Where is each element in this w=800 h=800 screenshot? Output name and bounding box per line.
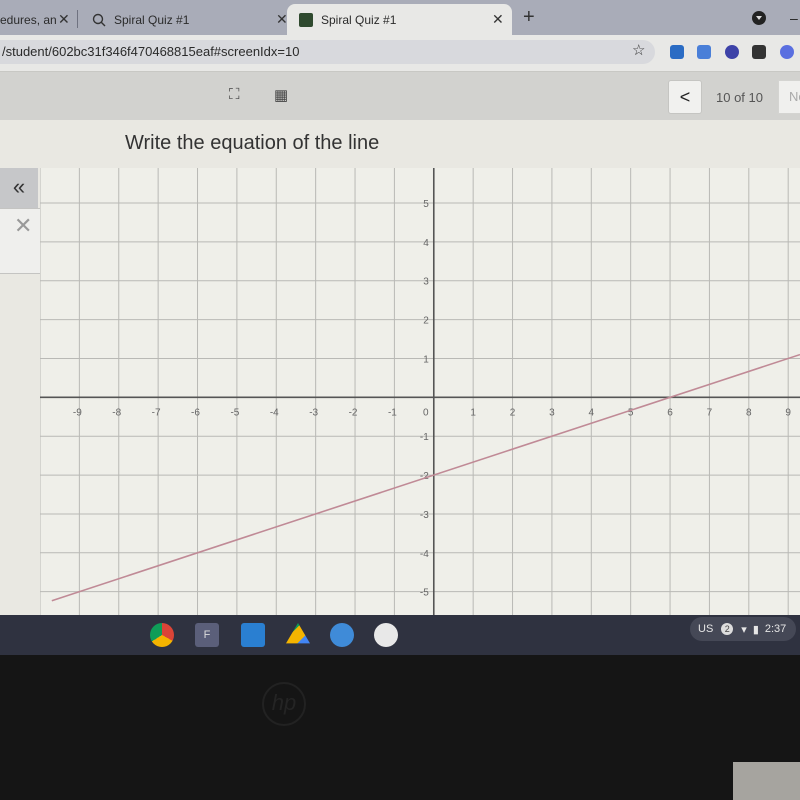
side-panel: ✕ (0, 208, 44, 274)
bookmark-star-icon[interactable]: ☆ (632, 41, 645, 59)
locale-indicator: US (698, 623, 714, 635)
x-tick-label: -8 (112, 407, 121, 418)
tab-separator (77, 10, 78, 28)
x-tick-label: -1 (388, 407, 397, 418)
x-tick-label: 4 (589, 407, 595, 418)
x-tick-label: 8 (746, 407, 752, 418)
x-tick-label: 0 (423, 407, 429, 418)
x-tick-label: -7 (152, 407, 161, 418)
tab-spiral-quiz-active[interactable]: Spiral Quiz #1 ✕ (287, 4, 512, 35)
k-extension-icon[interactable] (725, 45, 739, 59)
x-tick-label: -5 (230, 407, 239, 418)
x-tick-label: 1 (470, 407, 476, 418)
quizizz-favicon-icon (92, 13, 106, 27)
shield-app-icon[interactable] (241, 623, 265, 647)
close-icon[interactable]: ✕ (14, 213, 32, 239)
minimize-icon[interactable]: – (790, 10, 798, 26)
chrome-icon[interactable] (150, 623, 174, 647)
chromeos-shelf (0, 615, 800, 655)
question-prompt: Write the equation of the line (125, 132, 380, 154)
hp-logo: hp (262, 682, 306, 726)
tab-spiral-quiz[interactable]: Spiral Quiz #1 ✕ (80, 4, 288, 35)
play-store-icon[interactable] (374, 623, 398, 647)
translate-extension-icon[interactable] (697, 45, 711, 59)
y-tick-label: 2 (423, 316, 429, 327)
fullscreen-icon[interactable]: ⛶ (229, 86, 240, 103)
gear-extension-icon[interactable] (780, 45, 794, 59)
y-tick-label: -4 (420, 549, 429, 560)
previous-screen-button[interactable]: < (668, 80, 702, 114)
desk-surface (733, 762, 800, 800)
y-tick-label: 3 (423, 277, 429, 288)
f-app-icon[interactable]: F (195, 623, 219, 647)
laptop-bezel (0, 655, 800, 800)
x-tick-label: -3 (309, 407, 318, 418)
x-tick-label: -4 (270, 407, 279, 418)
next-button[interactable]: Next (778, 80, 800, 114)
y-tick-label: -3 (420, 510, 429, 521)
x-tick-label: 7 (707, 407, 713, 418)
new-tab-button[interactable]: + (523, 6, 535, 29)
x-tick-label: 9 (785, 407, 791, 418)
profile-dropdown-icon[interactable] (752, 11, 766, 25)
x-tick-label: 6 (667, 407, 673, 418)
url-field[interactable]: /student/602bc31f346f470468815eaf#screen… (0, 40, 655, 64)
tab-procedures[interactable]: edures, an ✕ (0, 4, 75, 35)
y-tick-label: 1 (423, 354, 429, 365)
screen-counter: 10 of 10 (716, 90, 763, 105)
files-icon[interactable] (330, 623, 354, 647)
collapse-panel-button[interactable]: « (0, 168, 38, 208)
x-tick-label: 3 (549, 407, 555, 418)
y-tick-label: -5 (420, 588, 429, 599)
close-icon[interactable]: ✕ (276, 11, 288, 28)
dice-extension-icon[interactable] (752, 45, 766, 59)
close-icon[interactable]: ✕ (492, 11, 504, 28)
blue-square-extension-icon[interactable] (670, 45, 684, 59)
desmos-favicon-icon (299, 12, 313, 27)
close-icon[interactable]: ✕ (58, 11, 70, 28)
tab-strip: edures, an ✕ Spiral Quiz #1 ✕ Spiral Qui… (0, 0, 800, 35)
calculator-icon[interactable]: ▦ (274, 86, 288, 104)
tab-title: Spiral Quiz #1 (114, 12, 190, 27)
battery-icon: ▮ (752, 623, 759, 636)
x-tick-label: 2 (510, 407, 516, 418)
y-tick-label: 5 (423, 199, 429, 210)
x-tick-label: -6 (191, 407, 200, 418)
tab-title: Spiral Quiz #1 (321, 12, 397, 27)
y-tick-label: -1 (420, 432, 429, 443)
chromebook-screen: edures, an ✕ Spiral Quiz #1 ✕ Spiral Qui… (0, 0, 800, 655)
notification-count-icon: 2 (721, 623, 734, 635)
clock: 2:37 (764, 623, 787, 635)
x-tick-label: -9 (73, 407, 82, 418)
system-tray[interactable]: US 2 ▾ ▮ 2:37 (690, 617, 796, 641)
wifi-icon: ▾ (741, 623, 747, 636)
tab-title: edures, an (0, 12, 57, 27)
x-tick-label: -2 (349, 407, 358, 418)
y-tick-label: 4 (423, 238, 429, 249)
coordinate-graph: -9 -8 -7 -6 -5 -4 -3 -2 -1 0 1 2 3 4 5 6 7 8 9 54321-1-2-3… (40, 168, 800, 615)
